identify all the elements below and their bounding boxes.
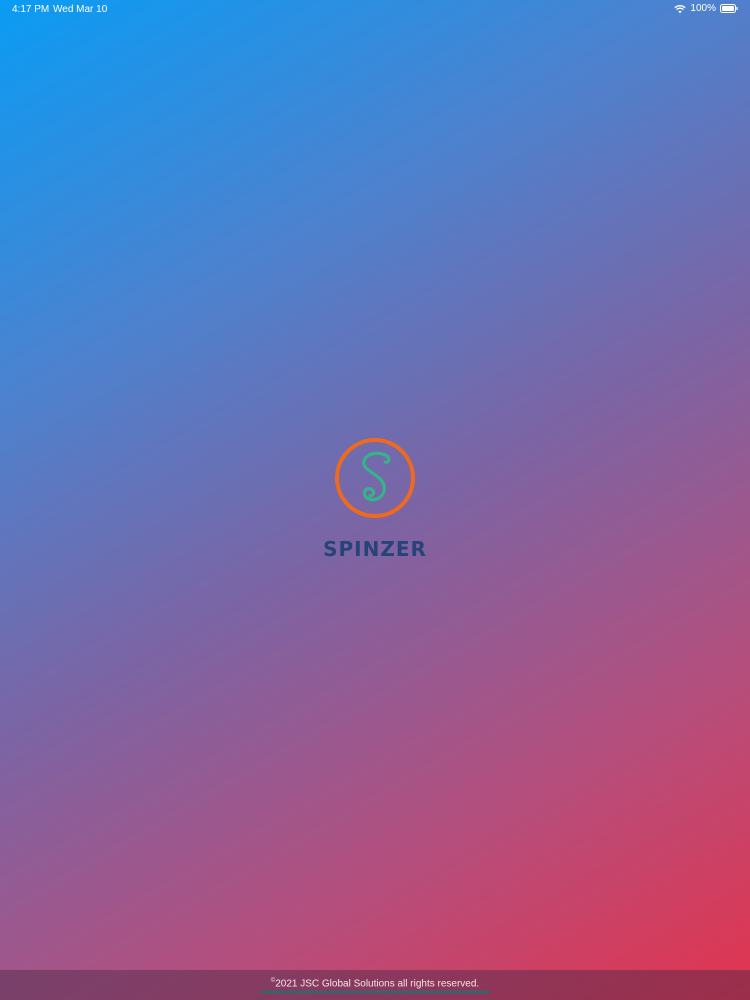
spinzer-logo-icon bbox=[334, 437, 416, 519]
copyright-text: ©2021 JSC Global Solutions all rights re… bbox=[0, 978, 750, 989]
status-indicators: 100% bbox=[674, 3, 738, 14]
status-date: Wed Mar 10 bbox=[53, 4, 108, 15]
splash-logo-block: SPINZER bbox=[0, 437, 750, 561]
copyright-line: 2021 JSC Global Solutions all rights res… bbox=[275, 978, 480, 990]
status-bar: 4:17 PM Wed Mar 10 100% bbox=[0, 0, 750, 20]
battery-icon bbox=[720, 4, 738, 13]
home-indicator[interactable] bbox=[260, 990, 490, 994]
status-time: 4:17 PM bbox=[12, 4, 50, 15]
wifi-icon bbox=[674, 4, 686, 14]
app-name: SPINZER bbox=[323, 537, 427, 561]
battery-percentage: 100% bbox=[690, 3, 716, 14]
